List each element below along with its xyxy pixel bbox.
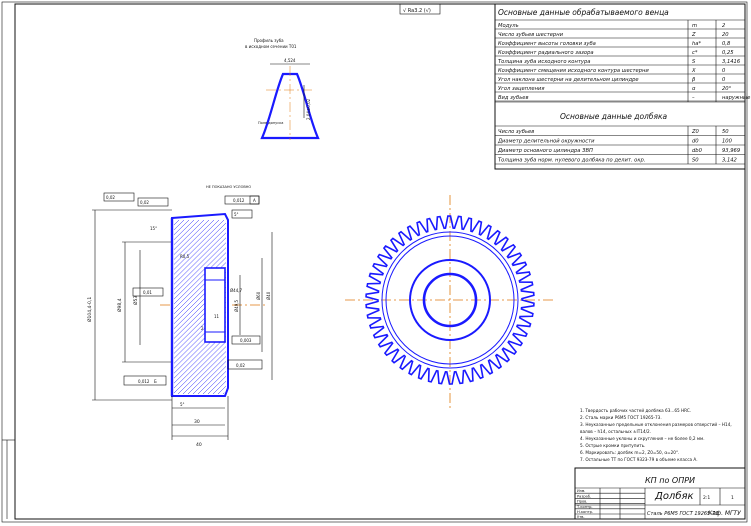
gear-row-value: 3,1416 [722, 59, 741, 65]
dim-r-small: R0,5 [180, 254, 190, 259]
note-line: 6. Маркировать: долбяк m=2, Z0=50, α=20°… [580, 450, 679, 455]
tb-sheet: 1 [731, 495, 734, 501]
tb-row-label: Пров. [577, 500, 587, 504]
cutter-row-value: 100 [722, 139, 733, 145]
gear-row-value: 0,8 [722, 41, 731, 47]
dim-d-hub: Ø60 [256, 291, 261, 300]
gear-row-name: Угол наклона шестерни на делительном цил… [498, 77, 639, 83]
dim-h-right: Ø49,5 [234, 299, 239, 312]
tb-project: КП по ОПРИ [645, 476, 695, 485]
drawing-sheet: √ Ra3.2 (√) Основные данные обрабатываем… [0, 0, 751, 526]
cutter-row-value: 3,142 [722, 158, 737, 164]
gear-row-symbol: α [692, 86, 696, 92]
cutter-row-symbol: S0 [692, 158, 699, 164]
frame-runout-bottom: 0,012 [138, 379, 150, 384]
gear-row-value: 20 [722, 32, 729, 38]
gear-row-value: 0 [722, 68, 726, 74]
frame-bore-right: 0,02 [236, 363, 245, 368]
gear-row-name: Коэффициент радиального зазора [498, 50, 594, 56]
frame-runout-right: 0,012 [233, 198, 245, 203]
cutter-row-name: Толщина зуба норм. нулевого долбяка по д… [498, 158, 645, 164]
dim-hub: 11 [214, 314, 220, 319]
cutter-row-name: Диаметр делительной окружности [497, 139, 595, 145]
tb-row-label: Утв. [577, 515, 585, 519]
gear-row-name: Коэффициент смещения исходного контура ш… [498, 68, 649, 74]
datum-b: Б [154, 379, 157, 384]
note-line: 7. Остальные ТТ по ГОСТ 9323-79 в объеме… [580, 457, 698, 462]
frame-runout-top: 0,02 [106, 195, 115, 200]
tooth-profile-view: Профиль зуба в исходном сечении Т01 4,52… [245, 38, 320, 140]
frame-runout-top2: 0,02 [140, 200, 149, 205]
tooth-dim-side: 2,04±0,02 [306, 98, 311, 120]
gear-data-table: Основные данные обрабатываемого венца Мо… [494, 3, 750, 170]
roughness-mark: √ Ra3.2 (√) [403, 8, 431, 14]
section-note-top: НЕ ПОКАЗАНО УСЛОВНО [206, 185, 251, 189]
cutter-row-name: Диаметр основного цилиндра ЗВП [497, 148, 593, 154]
tooth-caption-2: в исходном сечении Т01 [245, 44, 297, 49]
cutter-row-symbol: db0 [692, 148, 703, 154]
gear-row-symbol: X [691, 68, 696, 74]
dim-length: 40 [196, 442, 202, 448]
note-line: валов – h14, остальных ±IT14/2. [580, 429, 651, 434]
gear-row-symbol: ha* [692, 41, 701, 47]
note-line: 3. Неуказанные предельные отклонения раз… [580, 422, 732, 427]
frame-face-left: 0,01 [143, 290, 152, 295]
gear-row-value: 0,25 [722, 50, 734, 56]
gear-row-name: Угол зацепления [498, 86, 544, 92]
cutter-table-title: Основные данные долбяка [560, 112, 668, 121]
frame-bore: 0,003 [240, 338, 252, 343]
tb-row-label: Изм. [577, 489, 585, 493]
gear-row-value: 0 [722, 77, 726, 83]
gear-row-symbol: β [692, 77, 696, 83]
tb-org: Каф. МГТУ [708, 510, 741, 517]
dim-angle-left: 15° [150, 226, 157, 231]
gear-table-title: Основные данные обрабатываемого венца [498, 8, 669, 17]
tb-scale: 2:1 [703, 495, 710, 501]
cutter-row-symbol: Z0 [691, 129, 700, 135]
gear-front-view [345, 195, 555, 410]
gear-row-name: Число зубьев шестерни [498, 32, 564, 38]
note-line: 2. Сталь марки Р6М5 ГОСТ 19265-73. [580, 415, 662, 420]
tb-drawing-name: Долбяк [654, 490, 694, 502]
gear-row-symbol: c* [692, 50, 698, 56]
dim-d-small: Ø53 [132, 296, 139, 305]
datum-a: А [253, 198, 256, 203]
gear-row-value: 20° [722, 86, 732, 92]
dim-d-outer: Ø104,4-0,1 [86, 297, 93, 322]
dim-width: 30 [194, 419, 200, 425]
title-block: Изм.Разраб. Пров.Т.контр.Н.контр.Утв. КП … [574, 467, 746, 520]
tb-row-label: Н.контр. [577, 510, 593, 514]
gear-row-name: Вид зубьев [498, 95, 529, 101]
drawing-svg: √ Ra3.2 (√) Основные данные обрабатываем… [1, 1, 750, 523]
gear-row-symbol: S [692, 59, 696, 65]
cutter-row-value: 50 [722, 129, 729, 135]
gear-row-name: Коэффициент высоты головки зуба [498, 41, 596, 47]
dim-groove: Ø44,7 [230, 288, 243, 293]
section-view: Ø104,4-0,1 Ø98,4 Ø53 0,02 0,02 НЕ ПОКАЗА… [86, 185, 273, 448]
cutter-row-name: Число зубьев [498, 129, 534, 135]
gear-row-name: Толщина зуба исходного контура [498, 59, 590, 65]
technical-notes: 1. Твердость рабочих частей долбяка 63..… [580, 408, 732, 462]
gear-row-name: Модуль [498, 23, 519, 29]
gear-row-value: 2 [722, 23, 725, 29]
tooth-dim-top: 4,524 [284, 58, 296, 63]
gear-row-symbol: Z [691, 32, 696, 38]
dim-d-root: Ø98,4 [116, 298, 123, 312]
tooth-caption-1: Профиль зуба [254, 38, 284, 43]
dim-slope-bottom: 5° [180, 402, 185, 407]
gear-row-symbol: m [692, 23, 697, 29]
tb-row-label: Разраб. [577, 494, 591, 498]
gear-row-symbol: – [692, 95, 695, 101]
dim-slope: 5° [234, 212, 239, 217]
gear-row-value: наружные [722, 95, 750, 101]
cutter-row-value: 93,969 [722, 148, 740, 154]
note-line: 1. Твердость рабочих частей долбяка 63..… [580, 408, 691, 413]
dim-d-bore: Ø40 [266, 291, 271, 300]
tooth-note: Поле допуска [258, 121, 283, 125]
cutter-row-symbol: d0 [692, 139, 699, 145]
note-line: 5. Острые кромки притупить. [580, 443, 645, 448]
tb-row-label: Т.контр. [576, 505, 593, 509]
note-line: 4. Неуказанные уклоны и скругления – не … [580, 436, 705, 441]
